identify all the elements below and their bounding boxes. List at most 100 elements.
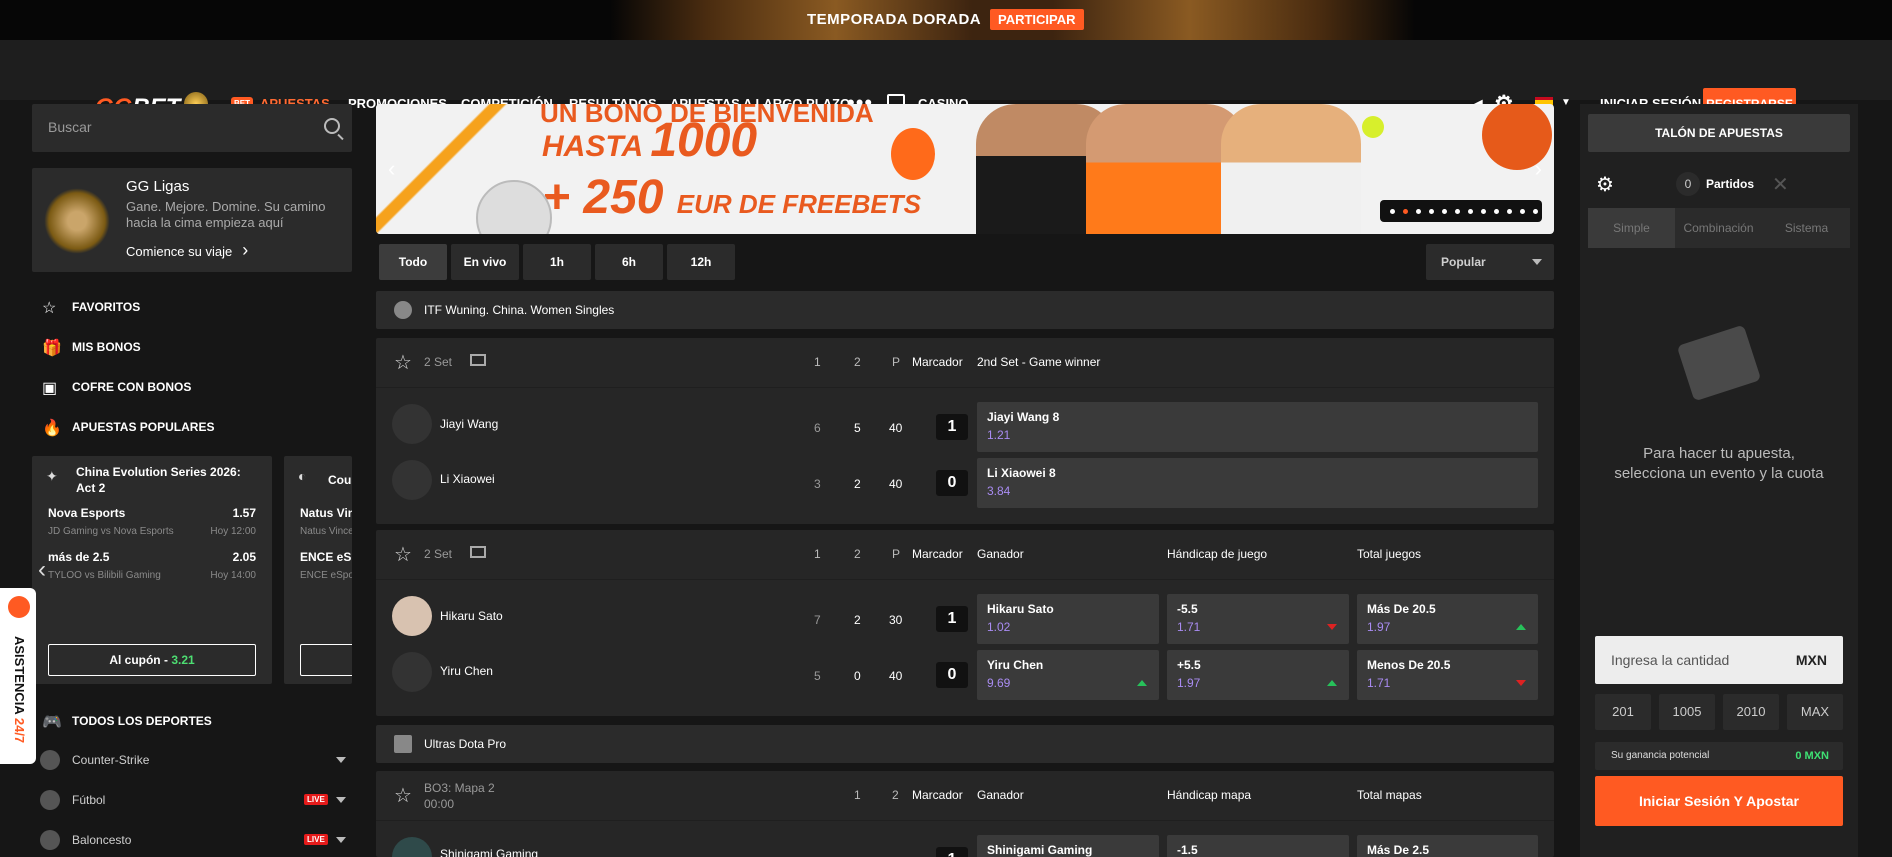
chevron-down-icon[interactable] bbox=[336, 797, 346, 803]
filter-en-vivo[interactable]: En vivo bbox=[451, 244, 519, 280]
favorite-star-icon[interactable]: ☆ bbox=[394, 783, 412, 808]
quick-amount-button[interactable]: 2010 bbox=[1723, 694, 1779, 730]
popular-odd[interactable]: 2.05 bbox=[233, 550, 256, 564]
score-set2: 2 bbox=[854, 613, 861, 627]
sport-item-baloncesto[interactable]: Baloncesto LIVE bbox=[32, 826, 352, 857]
col-set2: 2 bbox=[854, 547, 861, 561]
odds-up-icon bbox=[1327, 680, 1337, 686]
odds-button[interactable]: +5.5 1.97 bbox=[1167, 650, 1349, 700]
banner-dot[interactable] bbox=[1455, 209, 1460, 214]
league-cta[interactable]: Comience su viaje › bbox=[126, 240, 248, 261]
add-to-coupon-button[interactable]: Al cupón - 3.21 bbox=[48, 644, 256, 676]
chevron-down-icon[interactable] bbox=[336, 757, 346, 763]
tab-combinacion[interactable]: Combinación bbox=[1675, 208, 1762, 248]
col-map1: 1 bbox=[854, 788, 861, 802]
banner-dot[interactable] bbox=[1442, 209, 1447, 214]
avatar bbox=[392, 404, 432, 444]
language-dropdown-icon[interactable]: ▼ bbox=[1561, 97, 1571, 108]
player-name[interactable]: Shinigami Gaming bbox=[440, 847, 538, 857]
banner-dot[interactable] bbox=[1494, 209, 1499, 214]
amount-input[interactable]: Ingresa la cantidad MXN bbox=[1595, 636, 1843, 684]
col-set1: 1 bbox=[814, 547, 821, 561]
market-label: Hándicap mapa bbox=[1167, 788, 1252, 802]
banner-dot[interactable] bbox=[1520, 209, 1525, 214]
login-and-bet-button[interactable]: Iniciar Sesión Y Apostar bbox=[1595, 776, 1843, 826]
banner-dot[interactable] bbox=[1416, 209, 1421, 214]
player-name[interactable]: Li Xiaowei bbox=[440, 472, 495, 486]
gear-icon[interactable]: ⚙ bbox=[1596, 172, 1614, 197]
odds-button[interactable]: -5.5 1.71 bbox=[1167, 594, 1349, 644]
player-name[interactable]: Hikaru Sato bbox=[440, 609, 503, 623]
search-input[interactable]: Buscar bbox=[48, 119, 92, 135]
banner-dot[interactable] bbox=[1533, 209, 1538, 214]
close-icon[interactable]: ✕ bbox=[1772, 172, 1789, 197]
odds-button[interactable]: Yiru Chen 9.69 bbox=[977, 650, 1159, 700]
tournament-header[interactable]: ITF Wuning. China. Women Singles bbox=[376, 291, 1554, 329]
odds-value: 1.21 bbox=[987, 428, 1011, 442]
promo-participate-button[interactable]: PARTICIPAR bbox=[990, 9, 1084, 30]
sidebar-item-mis-bonos[interactable]: 🎁 MIS BONOS bbox=[32, 332, 352, 362]
banner-dot[interactable] bbox=[1468, 209, 1473, 214]
promo-banner[interactable]: UN BONO DE BIENVENIDA HASTA 1000 + 250 E… bbox=[376, 104, 1554, 234]
tab-sistema[interactable]: Sistema bbox=[1763, 208, 1850, 248]
filter-12h[interactable]: 12h bbox=[667, 244, 735, 280]
match-card: ☆ 2 Set 1 2 P Marcador 2nd Set - Game wi… bbox=[376, 338, 1554, 524]
favorite-star-icon[interactable]: ☆ bbox=[394, 542, 412, 567]
athlete-image bbox=[1221, 104, 1361, 234]
sidebar-item-all-sports[interactable]: 🎮 TODOS LOS DEPORTES bbox=[32, 706, 352, 736]
banner-prev-icon[interactable]: ‹ bbox=[388, 156, 395, 182]
sort-dropdown[interactable]: Popular bbox=[1426, 244, 1554, 280]
sidebar-item-cofre[interactable]: ▣ COFRE CON BONOS bbox=[32, 372, 352, 402]
sidebar-item-favoritos[interactable]: ☆ FAVORITOS bbox=[32, 292, 352, 322]
bet-slip-title[interactable]: TALÓN DE APUESTAS bbox=[1588, 114, 1850, 152]
player-name[interactable]: Yiru Chen bbox=[440, 664, 493, 678]
popular-odd[interactable]: 1.57 bbox=[233, 506, 256, 520]
tab-simple[interactable]: Simple bbox=[1588, 208, 1675, 248]
carousel-prev-icon[interactable]: ‹ bbox=[38, 556, 46, 584]
sport-item-counter-strike[interactable]: Counter-Strike bbox=[32, 746, 352, 774]
scoreboard-icon[interactable] bbox=[470, 354, 486, 366]
quick-amount-button[interactable]: 201 bbox=[1595, 694, 1651, 730]
ticket-icon bbox=[1676, 324, 1762, 402]
odds-button[interactable]: Más De 2.5 bbox=[1357, 835, 1538, 857]
banner-dot[interactable] bbox=[1481, 209, 1486, 214]
banner-dot[interactable] bbox=[1507, 209, 1512, 214]
odds-button[interactable]: Jiayi Wang 8 1.21 bbox=[977, 402, 1538, 452]
odds-button[interactable]: Shinigami Gaming bbox=[977, 835, 1159, 857]
filter-6h[interactable]: 6h bbox=[595, 244, 663, 280]
search-icon[interactable] bbox=[324, 118, 340, 134]
bet-type-tabs: Simple Combinación Sistema bbox=[1588, 208, 1850, 248]
sidebar-item-label: MIS BONOS bbox=[72, 340, 141, 354]
help-tab[interactable]: ASISTENCIA 24/7 bbox=[0, 588, 36, 764]
banner-dot[interactable] bbox=[1429, 209, 1434, 214]
score-points: 40 bbox=[889, 669, 903, 683]
quick-amount-button[interactable]: 1005 bbox=[1659, 694, 1715, 730]
tournament-header[interactable]: Ultras Dota Pro bbox=[376, 725, 1554, 763]
odds-button[interactable]: -1.5 bbox=[1167, 835, 1349, 857]
add-to-coupon-button[interactable] bbox=[300, 644, 352, 676]
help-label: ASISTENCIA 24/7 bbox=[12, 636, 27, 743]
match-header: ☆ BO3: Mapa 2 00:00 1 2 Marcador Ganador… bbox=[376, 771, 1554, 821]
odds-button[interactable]: Li Xiaowei 8 3.84 bbox=[977, 458, 1538, 508]
sidebar-item-populares[interactable]: 🔥 APUESTAS POPULARES bbox=[32, 412, 352, 442]
cs-icon: ◐ bbox=[298, 468, 307, 484]
sport-item-futbol[interactable]: Fútbol LIVE bbox=[32, 786, 352, 814]
filter-todo[interactable]: Todo bbox=[379, 244, 447, 280]
favorite-star-icon[interactable]: ☆ bbox=[394, 350, 412, 375]
filter-1h[interactable]: 1h bbox=[523, 244, 591, 280]
market-label: Total mapas bbox=[1357, 788, 1422, 802]
search-box[interactable]: Buscar bbox=[32, 104, 352, 152]
scoreboard-icon[interactable] bbox=[470, 546, 486, 558]
banner-next-icon[interactable]: › bbox=[1535, 156, 1542, 182]
amount-placeholder: Ingresa la cantidad bbox=[1611, 652, 1730, 668]
banner-dot[interactable] bbox=[1403, 209, 1408, 214]
odds-button[interactable]: Más De 20.5 1.97 bbox=[1357, 594, 1538, 644]
odds-button[interactable]: Menos De 20.5 1.71 bbox=[1357, 650, 1538, 700]
banner-dot[interactable] bbox=[1390, 209, 1395, 214]
coupon-label: Al cupón - bbox=[109, 653, 168, 667]
gg-ligas-card[interactable]: GG Ligas Gane. Mejore. Domine. Su camino… bbox=[32, 168, 352, 272]
quick-amount-max-button[interactable]: MAX bbox=[1787, 694, 1843, 730]
chevron-down-icon[interactable] bbox=[336, 837, 346, 843]
player-name[interactable]: Jiayi Wang bbox=[440, 417, 498, 431]
odds-button[interactable]: Hikaru Sato 1.02 bbox=[977, 594, 1159, 644]
